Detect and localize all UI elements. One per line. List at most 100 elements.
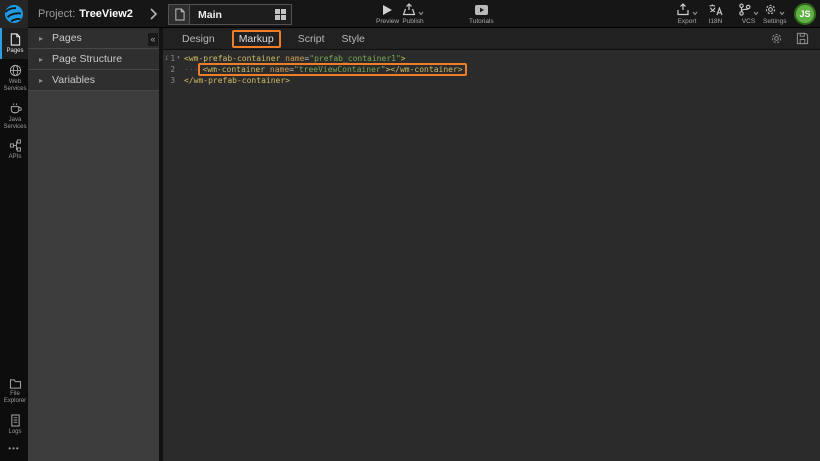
rail-item-apis[interactable]: APIs (0, 134, 28, 165)
token-string: "prefab_container1" (309, 54, 401, 63)
grid-view-icon[interactable] (269, 5, 291, 24)
chevron-down-icon (418, 11, 424, 16)
editor-toolbar (770, 32, 820, 45)
breadcrumb-chevron-icon (149, 7, 158, 21)
panel-section-label: Pages (52, 32, 82, 44)
panel-section-label: Variables (52, 74, 95, 86)
pages-panel: ▸ Pages ▸ Page Structure ▸ Variables « (28, 28, 159, 461)
save-icon[interactable] (796, 32, 809, 45)
log-document-icon (10, 414, 21, 427)
rail-bottom-group: File Explorer Logs ••• (0, 373, 28, 457)
tab-design[interactable]: Design (182, 33, 215, 45)
code-text: <wm-prefab-container name="prefab_contai… (184, 54, 406, 63)
markup-code-editor[interactable]: i 1 ▾ <wm-prefab-container name="prefab_… (163, 51, 820, 461)
gutter-line-1: i 1 ▾ (163, 54, 182, 63)
code-line-2[interactable]: 2 ···<wm-container name="treeViewContain… (163, 64, 820, 76)
rail-label: Logs (8, 429, 21, 436)
publish-button[interactable]: Publish (402, 3, 424, 25)
caret-right-icon: ▸ (39, 34, 43, 43)
rail-item-pages[interactable]: Pages (0, 28, 28, 59)
wavemaker-logo-icon (4, 4, 24, 24)
indent-whitespace-dots: ··· (184, 65, 198, 74)
fold-marker-icon[interactable]: ▾ (175, 55, 182, 61)
export-label: Export (678, 18, 697, 25)
token-closing-tag: </wm-container> (390, 65, 462, 74)
rail-label: APIs (9, 154, 22, 161)
i18n-translate-icon (708, 3, 723, 16)
page-file-icon (169, 5, 190, 24)
editor-area: Design Markup Script Style i 1 ▾ (163, 28, 820, 461)
top-bar: Project: TreeView2 Main Preview (0, 0, 820, 28)
user-avatar[interactable]: JS (794, 3, 816, 25)
tab-markup[interactable]: Markup (232, 30, 281, 48)
rail-label: Web Services (2, 79, 28, 93)
wavemaker-studio-window: Project: TreeView2 Main Preview (0, 0, 820, 461)
code-text: </wm-prefab-container> (184, 76, 290, 85)
vcs-label: VCS (742, 18, 755, 25)
token-tag: <wm-container (202, 65, 265, 74)
i18n-button[interactable]: I18N (708, 3, 723, 25)
panel-section-page-structure[interactable]: ▸ Page Structure (28, 49, 159, 70)
gutter-line-2: 2 (163, 65, 182, 74)
code-line-3[interactable]: 3 </wm-prefab-container> (163, 75, 820, 86)
editor-tab-bar: Design Markup Script Style (163, 28, 820, 50)
chevron-down-icon (779, 11, 785, 16)
export-button[interactable]: Export (676, 3, 698, 25)
token-attr: name (270, 65, 289, 74)
line-number: 2 (170, 65, 175, 74)
folder-icon (9, 378, 22, 389)
i18n-label: I18N (709, 18, 723, 25)
lint-info-icon: i (165, 54, 169, 62)
project-breadcrumb: Project: TreeView2 (38, 0, 133, 28)
rail-item-file-explorer[interactable]: File Explorer (0, 373, 28, 409)
caret-right-icon: ▸ (39, 76, 43, 85)
token-closing-tag: </wm-prefab-container> (184, 76, 290, 85)
gutter-line-3: 3 (163, 76, 182, 85)
tab-script[interactable]: Script (298, 33, 325, 45)
settings-label: Settings (763, 18, 787, 25)
vcs-button[interactable]: VCS (738, 3, 759, 25)
line-number: 3 (170, 76, 175, 85)
rail-label: File Explorer (2, 391, 28, 405)
tutorials-label: Tutorials (469, 18, 494, 25)
chevron-down-icon (692, 11, 698, 16)
rail-item-logs[interactable]: Logs (0, 409, 28, 440)
token-tag: > (401, 54, 406, 63)
token-tag: <wm-prefab-container (184, 54, 280, 63)
rail-more-button[interactable]: ••• (0, 440, 28, 457)
rail-label: Pages (6, 48, 23, 55)
tab-style[interactable]: Style (342, 33, 365, 45)
wavemaker-logo[interactable] (0, 0, 28, 28)
tutorials-icon (474, 3, 489, 16)
panel-section-variables[interactable]: ▸ Variables (28, 70, 159, 91)
vcs-branch-icon (738, 3, 759, 16)
code-text: ···<wm-container name="treeViewContainer… (184, 63, 467, 76)
panel-section-pages[interactable]: ▸ Pages (28, 28, 159, 49)
api-connector-icon (9, 139, 22, 152)
publish-icon (402, 3, 424, 16)
left-icon-rail: Pages Web Services Java Services APIs Fi… (0, 28, 28, 461)
caret-right-icon: ▸ (39, 55, 43, 64)
coffee-cup-icon (9, 102, 22, 115)
panel-section-label: Page Structure (52, 53, 122, 65)
project-name: TreeView2 (79, 8, 133, 20)
project-label: Project: (38, 8, 75, 20)
rail-item-web-services[interactable]: Web Services (0, 59, 28, 97)
page-tab-main[interactable]: Main (168, 4, 292, 25)
chevron-down-icon (753, 11, 759, 16)
preview-button[interactable]: Preview (376, 3, 399, 25)
globe-icon (9, 64, 22, 77)
page-tab-label: Main (190, 5, 269, 24)
token-string: "treeViewContainer" (294, 65, 386, 74)
token-attr: name (285, 54, 304, 63)
settings-button[interactable]: Settings (763, 3, 787, 25)
preview-label: Preview (376, 18, 399, 25)
rail-item-java-services[interactable]: Java Services (0, 97, 28, 135)
panel-collapse-button[interactable]: « (148, 33, 158, 46)
export-icon (676, 3, 698, 16)
page-icon (9, 33, 21, 46)
tutorials-button[interactable]: Tutorials (469, 3, 494, 25)
gear-icon (764, 3, 785, 16)
highlight-annotation-box: <wm-container name="treeViewContainer"><… (198, 63, 466, 76)
editor-settings-gear-icon[interactable] (770, 32, 783, 45)
